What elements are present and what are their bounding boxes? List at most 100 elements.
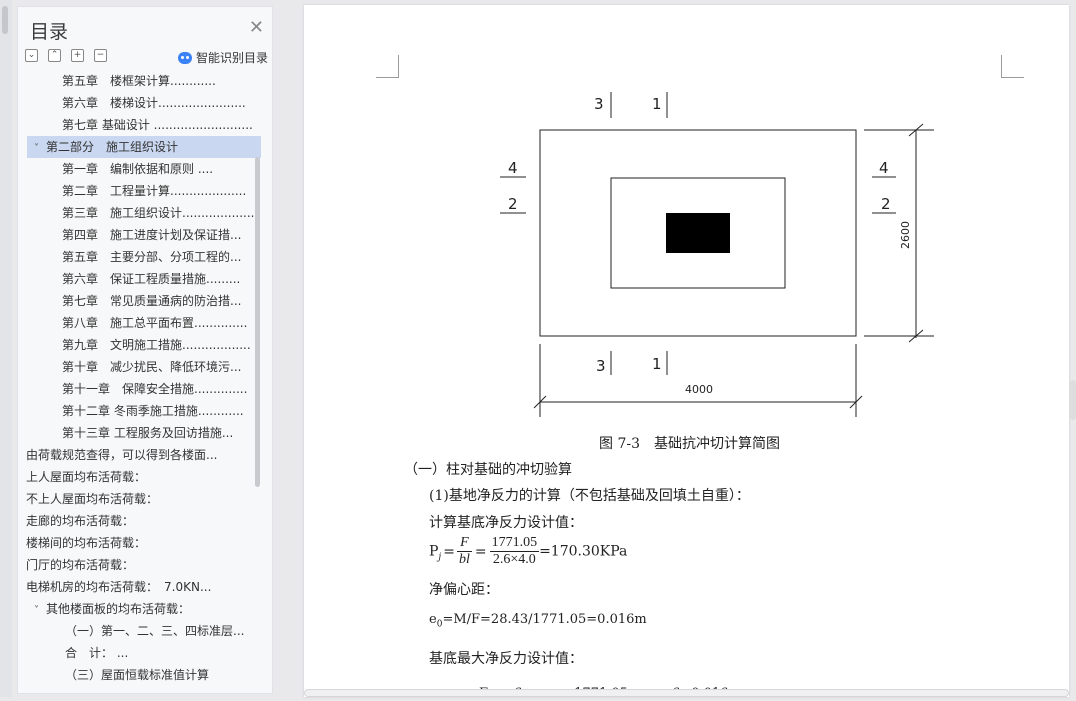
toc-item[interactable]: 电梯机房的均布活荷载： 7.0KN... (26, 576, 255, 598)
toc-item-label: 走廊的均布活荷载： (26, 514, 135, 528)
add-item-button[interactable]: + (71, 49, 84, 62)
page-scroll-handle[interactable] (1070, 380, 1076, 420)
toc-item-label: 其他楼面板的均布活荷载： (46, 602, 191, 616)
formula-symbol: P (429, 543, 439, 560)
toc-item-label: 由荷载规范查得，可以得到各楼面 (26, 448, 207, 462)
toc-item-label: 第一章 编制依据和原则 (62, 162, 195, 176)
rail-handle[interactable] (2, 6, 8, 34)
toc-item-label: 第二章 工程量计算 (62, 184, 171, 198)
section-label: 2 (881, 195, 891, 213)
section-label: 1 (652, 355, 662, 373)
section-label: 3 (594, 95, 604, 113)
close-icon[interactable]: ✕ (249, 19, 264, 37)
toc-item-leader: ... (230, 250, 242, 264)
toc-item-label: 第十二章 冬雨季施工措施 (62, 404, 198, 418)
section-label: 1 (652, 95, 662, 113)
fraction-numerator: 1771.05 (489, 535, 540, 552)
fraction: 1771.05 2.6×4.0 (489, 535, 540, 568)
toc-item-label: 第四章 施工进度计划及保证措 (62, 228, 231, 242)
toc-item-label: 门厅的均布活荷载： (26, 558, 135, 572)
toc-item[interactable]: ˅ 第二部分 施工组织设计 (27, 136, 261, 158)
toc-item-leader: ............ (197, 404, 244, 418)
toc-item-label: 第三章 施工组织设计 (62, 206, 183, 220)
formula-e0: e0=M/F=28.43/1771.05=0.016m (429, 612, 647, 630)
toc-item-leader: ....................... (158, 96, 246, 110)
toc-item-label: 合 计： (65, 646, 114, 660)
toc-item[interactable]: 不上人屋面均布活荷载： (26, 488, 255, 510)
toc-item[interactable]: 第十章 减少扰民、降低环境污... (62, 356, 255, 378)
section-label: 4 (879, 159, 889, 177)
chevron-down-icon[interactable]: ˅ (34, 600, 46, 620)
toc-item[interactable]: 由荷载规范查得，可以得到各楼面... (26, 444, 255, 466)
toc-item-leader: ... (221, 426, 234, 440)
toc-item[interactable]: 第八章 施工总平面布置.............. (62, 312, 255, 334)
toc-item[interactable]: 第四章 施工进度计划及保证措... (62, 224, 255, 246)
section-label: 3 (596, 357, 606, 375)
toc-item-label: 电梯机房的均布活荷载： 7.0KN (26, 580, 200, 594)
horizontal-scrollbar[interactable] (304, 689, 1069, 697)
toc-item[interactable]: 合 计： ... (65, 642, 255, 664)
height-dimension: 2600 (899, 221, 912, 249)
paragraph: 计算基底净反力设计值： (429, 515, 583, 531)
toc-item-label: 第九章 文明施工措施 (62, 338, 183, 352)
section-label: 2 (508, 195, 518, 213)
toc-item[interactable]: 第七章 基础设计 .......................... (62, 114, 255, 136)
column-block (666, 213, 730, 253)
toc-item-label: 第七章 基础设计 (62, 118, 150, 132)
toc-item[interactable]: （三）屋面恒载标准值计算 (65, 664, 255, 686)
remove-item-button[interactable]: − (94, 49, 107, 62)
toc-item-leader: ... (230, 360, 242, 374)
chevron-down-icon[interactable]: ˅ (34, 138, 46, 158)
toc-item[interactable]: 第十一章 保障安全措施.............. (62, 378, 255, 400)
foundation-diagram: 3 1 3 1 4 2 4 2 4000 2600 (500, 92, 934, 417)
formula-symbol: e (429, 612, 437, 627)
toc-item-leader: ............ (170, 74, 216, 88)
toc-item[interactable]: ˅ 其他楼面板的均布活荷载： (34, 598, 255, 620)
toc-item[interactable]: 第三章 施工组织设计................... (62, 202, 255, 224)
toc-item-label: 不上人屋面均布活荷载： (26, 492, 159, 506)
toc-item-leader: .......................... (149, 118, 253, 132)
toc-item-leader: ... (233, 624, 245, 638)
toc-item[interactable]: 楼梯间的均布活荷载： (26, 532, 255, 554)
toc-item-label: 楼梯间的均布活荷载： (26, 536, 147, 550)
toc-item[interactable]: 第九章 文明施工措施.................. (62, 334, 255, 356)
toc-item-label: 第十章 减少扰民、降低环境污 (62, 360, 231, 374)
toc-item-label: 第十一章 保障安全措施 (62, 382, 195, 396)
toc-item[interactable]: 第十三章 工程服务及回访措施... (62, 422, 255, 444)
formula-expression: =M/F=28.43/1771.05=0.016m (442, 612, 647, 627)
expand-all-button[interactable]: ⌃ (48, 49, 61, 62)
toc-item-leader: .............. (194, 382, 248, 396)
fraction-numerator: F (456, 535, 472, 552)
toc-item[interactable]: （一）第一、二、三、四标准层... (65, 620, 255, 642)
toc-item[interactable]: 第一章 编制依据和原则 .... (62, 158, 255, 180)
toc-item-leader: ... (113, 646, 129, 660)
toc-item-label: 第六章 保证工程质量措施 (62, 272, 207, 286)
toc-item-label: 第五章 楼框架计算 (62, 74, 171, 88)
toc-item[interactable]: 第十二章 冬雨季施工措施............ (62, 400, 255, 422)
toc-item[interactable]: 第五章 主要分部、分项工程的... (62, 246, 255, 268)
toc-item-leader: ......... (206, 272, 241, 286)
toc-item-label: 第六章 楼梯设计 (62, 96, 159, 110)
toc-item[interactable]: 第六章 保证工程质量措施......... (62, 268, 255, 290)
toc-item-leader: ... (230, 294, 242, 308)
toc-item-leader: .... (194, 162, 214, 176)
toc-item-label: 第七章 常见质量通病的防治措 (62, 294, 231, 308)
section-label: 4 (508, 159, 518, 177)
fraction: Fbl (456, 535, 472, 568)
toc-item[interactable]: 第五章 楼框架计算............ (62, 73, 255, 92)
toc-item-leader: ... (206, 448, 218, 462)
formula-subscript: j (438, 552, 442, 563)
toc-item[interactable]: 第二章 工程量计算.................... (62, 180, 255, 202)
toc-item-label: 第十三章 工程服务及回访措施 (62, 426, 222, 440)
toc-scrollbar[interactable] (255, 157, 260, 487)
toc-item[interactable]: 第七章 常见质量通病的防治措... (62, 290, 255, 312)
paragraph: (1)基地净反力的计算（不包括基础及回填土自重）： (429, 488, 750, 504)
toc-item[interactable]: 门厅的均布活荷载： (26, 554, 255, 576)
collapse-all-button[interactable]: ⌄ (25, 49, 38, 62)
toc-item-leader: .............. (194, 316, 248, 330)
toc-item[interactable]: 第六章 楼梯设计....................... (62, 92, 255, 114)
smart-toc-button[interactable]: 智能识别目录 (177, 49, 268, 66)
toc-panel: 目录 ✕ ⌄ ⌃ + − 智能识别目录 第五章 楼框架计算...........… (17, 6, 273, 694)
toc-item[interactable]: 走廊的均布活荷载： (26, 510, 255, 532)
toc-item[interactable]: 上人屋面均布活荷载： (26, 466, 255, 488)
